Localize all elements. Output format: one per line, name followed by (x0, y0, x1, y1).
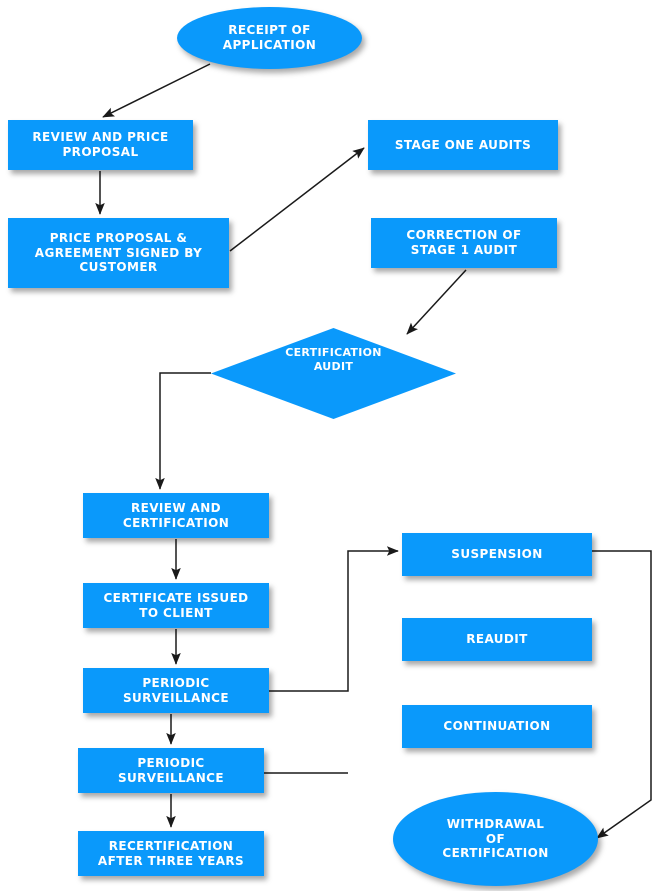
node-review-and-price-proposal[interactable]: REVIEW AND PRICE PROPOSAL (8, 120, 193, 170)
node-certificate-issued-to-client[interactable]: CERTIFICATE ISSUED TO CLIENT (83, 583, 269, 628)
edge-suspension-to-withdrawal (592, 550, 652, 839)
node-correction-of-stage-1-audit[interactable]: CORRECTION OF STAGE 1 AUDIT (371, 218, 557, 268)
node-stage-one-audits[interactable]: STAGE ONE AUDITS (368, 120, 558, 170)
node-price-proposal-agreement-signed-by-customer[interactable]: PRICE PROPOSAL & AGREEMENT SIGNED BY CUS… (8, 218, 229, 288)
node-periodic-surveillance-1[interactable]: PERIODIC SURVEILLANCE (83, 668, 269, 713)
node-certification-audit[interactable]: CERTIFICATION AUDIT (211, 328, 456, 419)
node-recertification-after-three-years[interactable]: RECERTIFICATION AFTER THREE YEARS (78, 831, 264, 876)
edge-ps1-to-suspension (269, 546, 399, 692)
flowchart-canvas: RECEIPT OF APPLICATION REVIEW AND PRICE … (0, 0, 655, 891)
edge-correction-to-audit (406, 269, 467, 335)
node-reaudit[interactable]: REAUDIT (402, 618, 592, 661)
edge-price-to-stage1 (229, 147, 365, 252)
node-continuation[interactable]: CONTINUATION (402, 705, 592, 748)
node-periodic-surveillance-2[interactable]: PERIODIC SURVEILLANCE (78, 748, 264, 793)
edge-receipt-to-review (102, 63, 211, 118)
node-review-and-certification[interactable]: REVIEW AND CERTIFICATION (83, 493, 269, 538)
edge-audit-to-reviewcert (155, 372, 211, 490)
node-suspension[interactable]: SUSPENSION (402, 533, 592, 576)
diamond-shape (211, 328, 456, 419)
node-certification-audit-label: CERTIFICATION AUDIT (285, 346, 382, 373)
node-withdrawal-of-certification[interactable]: WITHDRAWAL OF CERTIFICATION (393, 792, 598, 886)
node-receipt-of-application[interactable]: RECEIPT OF APPLICATION (177, 7, 362, 69)
